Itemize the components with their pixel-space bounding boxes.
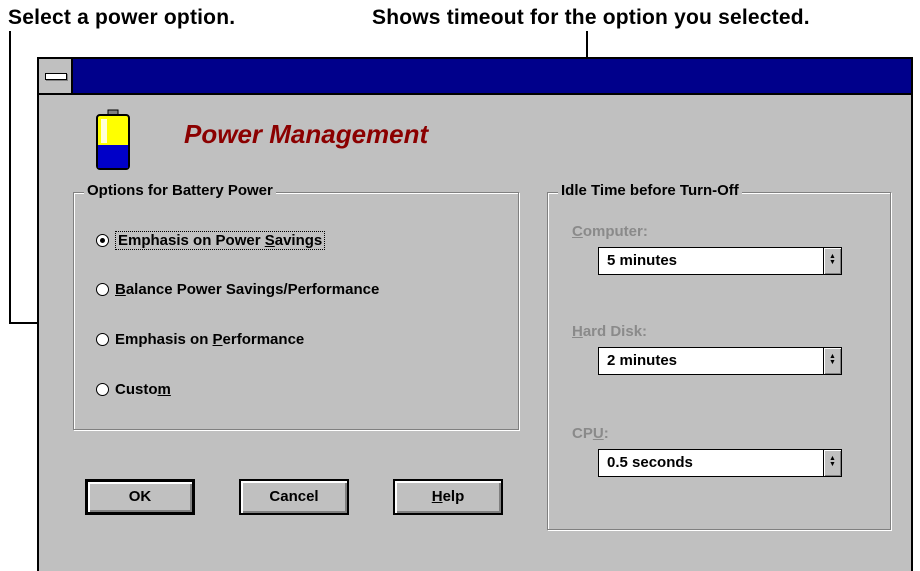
battery-icon: [96, 109, 130, 170]
radio-power-savings[interactable]: Emphasis on Power Savings: [96, 231, 326, 250]
radio-balance[interactable]: Balance Power Savings/Performance: [96, 281, 379, 298]
system-menu-icon[interactable]: [39, 59, 73, 93]
radio-performance[interactable]: Emphasis on Performance: [96, 331, 304, 348]
cpu-timeout-value: 0.5 seconds: [607, 454, 693, 471]
radio-label-power-savings: Emphasis on Power Savings: [115, 231, 326, 250]
cpu-label: CPU:: [572, 425, 609, 442]
cpu-timeout-select[interactable]: 0.5 seconds ▲ ▼: [598, 449, 842, 477]
power-management-window: Power Management Options for Battery Pow…: [37, 57, 913, 571]
spin-arrows-icon[interactable]: ▲ ▼: [823, 450, 841, 476]
help-button[interactable]: Help: [393, 479, 503, 515]
battery-options-group: Options for Battery Power Emphasis on Po…: [73, 182, 519, 430]
radio-button-checked[interactable]: [96, 234, 109, 247]
spin-arrows-icon[interactable]: ▲ ▼: [823, 348, 841, 374]
hard-disk-label: Hard Disk:: [572, 323, 648, 340]
computer-timeout-select[interactable]: 5 minutes ▲ ▼: [598, 247, 842, 275]
callout-line-left-vertical: [9, 31, 11, 324]
radio-button[interactable]: [96, 333, 109, 346]
hard-disk-timeout-value: 2 minutes: [607, 352, 678, 369]
radio-label-balance: Balance Power Savings/Performance: [115, 281, 380, 298]
callout-select-option: Select a power option.: [8, 6, 236, 29]
spin-arrows-icon[interactable]: ▲ ▼: [823, 248, 841, 274]
title-bar: [39, 59, 911, 95]
computer-label: Computer:: [572, 223, 648, 240]
hard-disk-timeout-select[interactable]: 2 minutes ▲ ▼: [598, 347, 842, 375]
radio-button[interactable]: [96, 283, 109, 296]
radio-label-custom: Custom: [115, 381, 171, 398]
radio-label-performance: Emphasis on Performance: [115, 331, 305, 348]
idle-time-label: Idle Time before Turn-Off: [558, 182, 742, 199]
battery-options-label: Options for Battery Power: [84, 182, 276, 199]
radio-button[interactable]: [96, 383, 109, 396]
app-title: Power Management: [184, 119, 429, 149]
cancel-button[interactable]: Cancel: [239, 479, 349, 515]
radio-custom[interactable]: Custom: [96, 381, 171, 398]
callout-shows-timeout: Shows timeout for the option you selecte…: [372, 6, 810, 29]
idle-time-group: Idle Time before Turn-Off Computer: 5 mi…: [547, 182, 891, 530]
ok-button[interactable]: OK: [85, 479, 195, 515]
computer-timeout-value: 5 minutes: [607, 252, 678, 269]
